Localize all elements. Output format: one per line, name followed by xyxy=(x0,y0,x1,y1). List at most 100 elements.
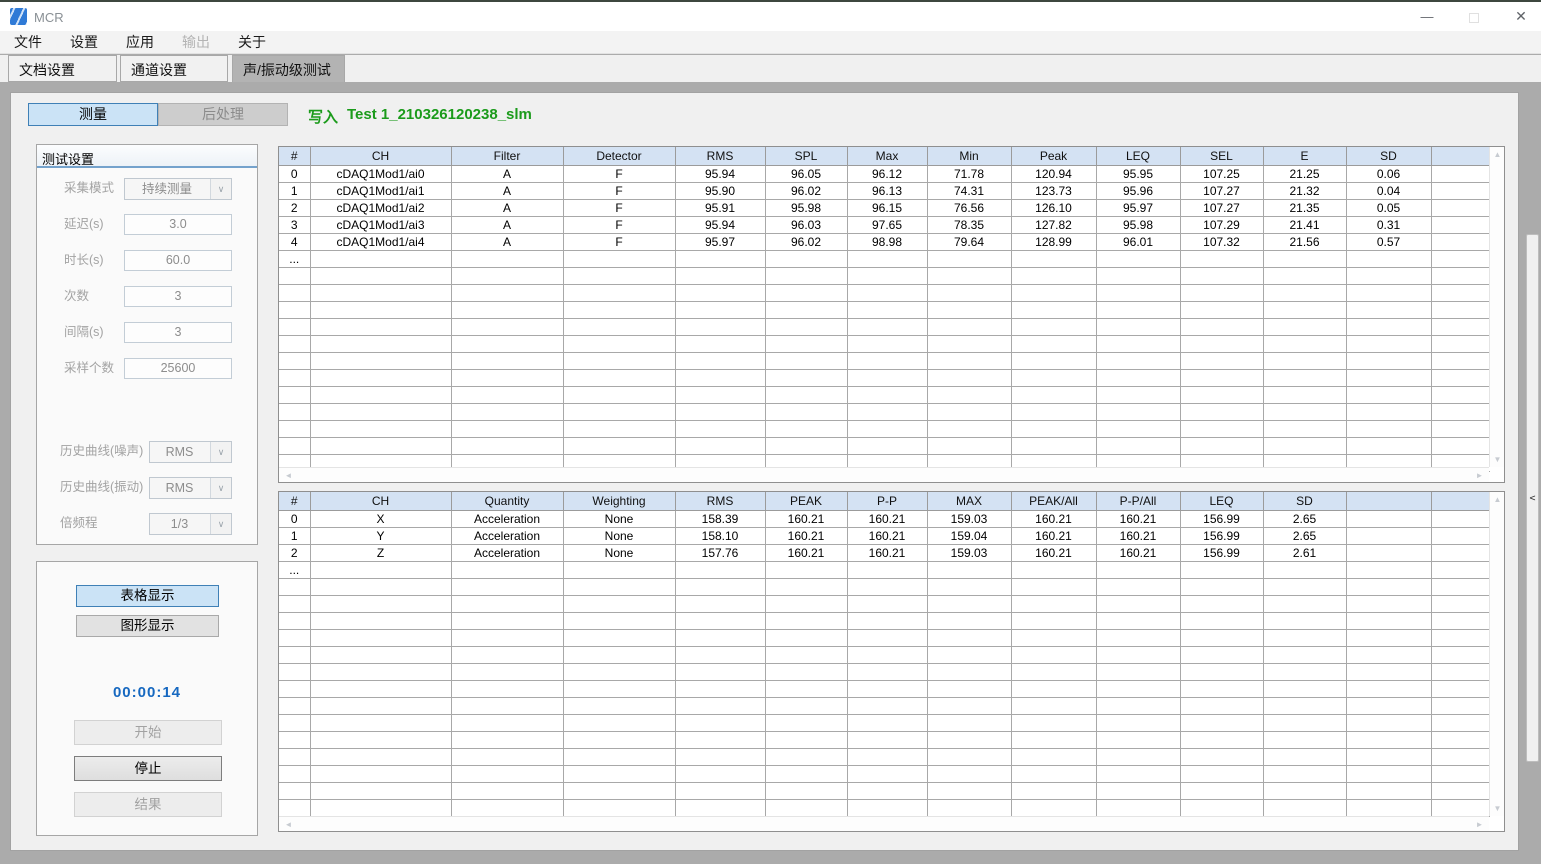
table-cell xyxy=(563,561,675,578)
chevron-down-icon[interactable]: ∨ xyxy=(210,478,231,498)
scroll-right-icon[interactable]: ► xyxy=(1472,468,1487,483)
duration-field[interactable]: 60.0 xyxy=(124,250,232,271)
table-display-button[interactable]: 表格显示 xyxy=(76,585,219,607)
test-settings-title: 测试设置 xyxy=(37,145,257,168)
menu-output[interactable]: 输出 xyxy=(168,31,224,54)
empty-cell xyxy=(847,799,927,816)
table-cell: cDAQ1Mod1/ai1 xyxy=(310,182,451,199)
stop-button[interactable]: 停止 xyxy=(74,756,222,781)
empty-cell xyxy=(675,629,765,646)
horizontal-scrollbar[interactable]: ◄ ► xyxy=(279,467,1489,482)
empty-cell xyxy=(1431,765,1490,782)
table-cell: 160.21 xyxy=(1011,544,1096,561)
collapse-panel-handle[interactable]: < xyxy=(1526,234,1539,762)
empty-cell xyxy=(675,403,765,420)
octave-select[interactable]: 1/3 ∨ xyxy=(149,513,232,535)
start-button[interactable]: 开始 xyxy=(74,720,222,745)
table-row[interactable]: 1YAccelerationNone158.10160.21160.21159.… xyxy=(279,527,1490,544)
empty-cell xyxy=(765,697,847,714)
empty-cell xyxy=(1096,663,1180,680)
empty-row xyxy=(279,714,1490,731)
interval-field[interactable]: 3 xyxy=(124,322,232,343)
acquisition-mode-select[interactable]: 持续测量 ∨ xyxy=(124,178,232,200)
table-cell: 159.03 xyxy=(927,510,1011,527)
horizontal-scrollbar[interactable]: ◄ ► xyxy=(279,816,1489,831)
table-row[interactable]: 1cDAQ1Mod1/ai1AF95.9096.0296.1374.31123.… xyxy=(279,182,1490,199)
result-button[interactable]: 结果 xyxy=(74,792,222,817)
delay-field[interactable]: 3.0 xyxy=(124,214,232,235)
column-header: PEAK xyxy=(765,492,847,510)
empty-cell xyxy=(279,748,310,765)
post-process-button[interactable]: 后处理 xyxy=(158,103,288,126)
table-row[interactable]: 4cDAQ1Mod1/ai4AF95.9796.0298.9879.64128.… xyxy=(279,233,1490,250)
empty-row xyxy=(279,799,1490,816)
scroll-left-icon[interactable]: ◄ xyxy=(281,468,296,483)
table-cell: 156.99 xyxy=(1180,510,1263,527)
vertical-scrollbar[interactable]: ▲ ▼ xyxy=(1489,147,1504,467)
scroll-up-icon[interactable]: ▲ xyxy=(1490,492,1505,507)
maximize-icon xyxy=(1469,13,1479,23)
table-cell: 21.41 xyxy=(1263,216,1346,233)
empty-cell xyxy=(310,369,451,386)
empty-cell xyxy=(1180,782,1263,799)
table-row[interactable]: ... xyxy=(279,561,1490,578)
table-cell: 96.02 xyxy=(765,182,847,199)
graph-display-button[interactable]: 图形显示 xyxy=(76,615,219,637)
table-row[interactable]: ... xyxy=(279,250,1490,267)
table-row[interactable]: 2ZAccelerationNone157.76160.21160.21159.… xyxy=(279,544,1490,561)
table-cell: 160.21 xyxy=(847,527,927,544)
empty-cell xyxy=(310,697,451,714)
table-cell: F xyxy=(563,233,675,250)
scroll-up-icon[interactable]: ▲ xyxy=(1490,147,1505,162)
scroll-down-icon[interactable]: ▼ xyxy=(1490,801,1505,816)
menu-apply[interactable]: 应用 xyxy=(112,31,168,54)
empty-cell xyxy=(1346,714,1431,731)
samples-field[interactable]: 25600 xyxy=(124,358,232,379)
empty-cell xyxy=(451,731,563,748)
measure-button[interactable]: 测量 xyxy=(28,103,158,126)
table-row[interactable]: 3cDAQ1Mod1/ai3AF95.9496.0397.6578.35127.… xyxy=(279,216,1490,233)
empty-cell xyxy=(675,318,765,335)
history-curve-vibration-select[interactable]: RMS ∨ xyxy=(149,477,232,499)
empty-cell xyxy=(1011,369,1096,386)
empty-cell xyxy=(1180,420,1263,437)
scroll-right-icon[interactable]: ► xyxy=(1472,817,1487,832)
empty-cell xyxy=(279,799,310,816)
tab-channel-settings[interactable]: 通道设置 xyxy=(120,55,228,82)
empty-cell xyxy=(279,437,310,454)
scroll-left-icon[interactable]: ◄ xyxy=(281,817,296,832)
empty-cell xyxy=(675,799,765,816)
empty-cell xyxy=(847,629,927,646)
chevron-down-icon[interactable]: ∨ xyxy=(210,179,231,199)
menu-settings[interactable]: 设置 xyxy=(56,31,112,54)
menu-file[interactable]: 文件 xyxy=(0,31,56,54)
empty-cell xyxy=(310,318,451,335)
history-curve-noise-select[interactable]: RMS ∨ xyxy=(149,441,232,463)
empty-cell xyxy=(1011,714,1096,731)
tab-sound-vibration-test[interactable]: 声/振动级测试 xyxy=(232,55,345,83)
minimize-button[interactable]: — xyxy=(1404,2,1450,31)
menu-about[interactable]: 关于 xyxy=(224,31,280,54)
count-field[interactable]: 3 xyxy=(124,286,232,307)
table-row[interactable]: 0XAccelerationNone158.39160.21160.21159.… xyxy=(279,510,1490,527)
count-label: 次数 xyxy=(64,286,89,306)
scroll-down-icon[interactable]: ▼ xyxy=(1490,452,1505,467)
table-cell: cDAQ1Mod1/ai2 xyxy=(310,199,451,216)
empty-cell xyxy=(1346,731,1431,748)
column-header: # xyxy=(279,147,310,165)
vertical-scrollbar[interactable]: ▲ ▼ xyxy=(1489,492,1504,816)
table-cell: 76.56 xyxy=(927,199,1011,216)
empty-cell xyxy=(675,612,765,629)
table-cell: 4 xyxy=(279,233,310,250)
empty-cell xyxy=(1011,578,1096,595)
tab-document-settings[interactable]: 文档设置 xyxy=(8,55,117,82)
empty-cell xyxy=(675,595,765,612)
chevron-down-icon[interactable]: ∨ xyxy=(210,442,231,462)
chevron-down-icon[interactable]: ∨ xyxy=(210,514,231,534)
maximize-button[interactable] xyxy=(1451,2,1497,31)
empty-cell xyxy=(1431,335,1490,352)
close-button[interactable]: ✕ xyxy=(1498,2,1541,31)
table-row[interactable]: 2cDAQ1Mod1/ai2AF95.9195.9896.1576.56126.… xyxy=(279,199,1490,216)
empty-cell xyxy=(310,437,451,454)
table-row[interactable]: 0cDAQ1Mod1/ai0AF95.9496.0596.1271.78120.… xyxy=(279,165,1490,182)
